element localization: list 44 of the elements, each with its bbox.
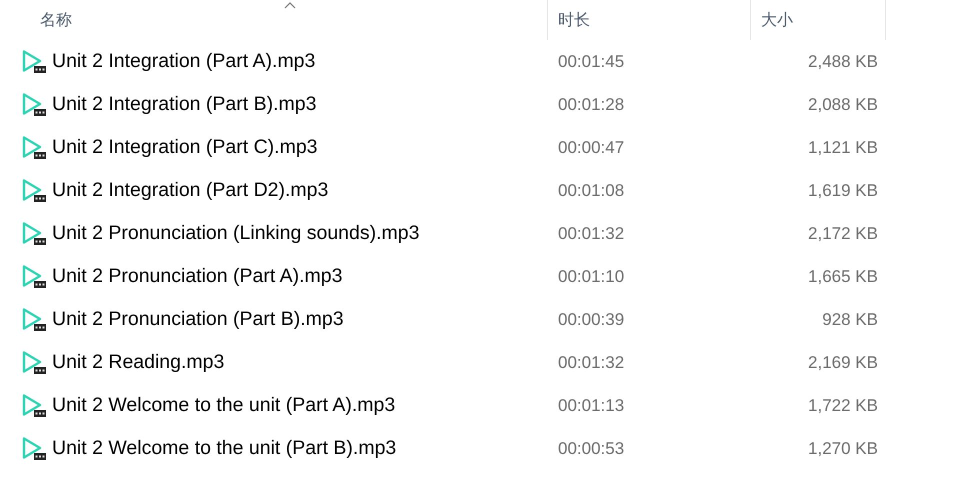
file-duration: 00:00:39 [558, 310, 624, 328]
audio-file-icon [21, 134, 47, 160]
file-duration: 00:01:13 [558, 396, 624, 414]
file-name[interactable]: Unit 2 Integration (Part A).mp3 [52, 50, 316, 73]
file-duration: 00:01:32 [558, 224, 624, 242]
audio-file-icon [21, 92, 47, 118]
file-size: 1,722 KB [808, 396, 878, 414]
file-name[interactable]: Unit 2 Integration (Part B).mp3 [52, 93, 316, 116]
file-name[interactable]: Unit 2 Integration (Part C).mp3 [52, 136, 318, 159]
file-name[interactable]: Unit 2 Welcome to the unit (Part A).mp3 [52, 394, 396, 417]
file-name[interactable]: Unit 2 Pronunciation (Linking sounds).mp3 [52, 222, 420, 245]
file-name[interactable]: Unit 2 Welcome to the unit (Part B).mp3 [52, 437, 396, 460]
column-header[interactable]: 名称 [0, 0, 548, 40]
sort-caret-icon [284, 2, 296, 9]
file-size: 1,619 KB [808, 180, 878, 200]
file-name[interactable]: Unit 2 Reading.mp3 [52, 351, 224, 374]
audio-file-icon [21, 264, 47, 290]
file-size: 1,270 KB [808, 438, 878, 458]
file-size: 1,121 KB [808, 138, 878, 156]
file-duration: 00:00:47 [558, 138, 624, 156]
column-header[interactable]: 大小 [751, 0, 886, 40]
file-size: 2,172 KB [808, 224, 878, 242]
file-name[interactable]: Unit 2 Integration (Part D2).mp3 [52, 179, 328, 202]
file-size: 1,665 KB [808, 266, 878, 286]
file-size: 2,488 KB [808, 52, 878, 70]
file-duration: 00:01:32 [558, 352, 624, 372]
audio-file-icon [21, 178, 47, 204]
file-duration: 00:00:53 [558, 438, 624, 458]
audio-file-icon [21, 436, 47, 462]
file-duration: 00:01:08 [558, 180, 624, 200]
file-size: 2,088 KB [808, 94, 878, 114]
file-duration: 00:01:28 [558, 94, 624, 114]
file-name[interactable]: Unit 2 Pronunciation (Part A).mp3 [52, 265, 342, 288]
column-header[interactable]: 时长 [548, 0, 751, 40]
audio-file-icon [21, 392, 47, 418]
audio-file-icon [21, 220, 47, 246]
audio-file-icon [21, 350, 47, 376]
audio-file-icon [21, 48, 47, 74]
file-size: 2,169 KB [808, 352, 878, 372]
file-size: 928 KB [822, 310, 878, 328]
file-duration: 00:01:45 [558, 52, 624, 70]
file-duration: 00:01:10 [558, 266, 624, 286]
audio-file-icon [21, 306, 47, 332]
file-name[interactable]: Unit 2 Pronunciation (Part B).mp3 [52, 308, 344, 331]
